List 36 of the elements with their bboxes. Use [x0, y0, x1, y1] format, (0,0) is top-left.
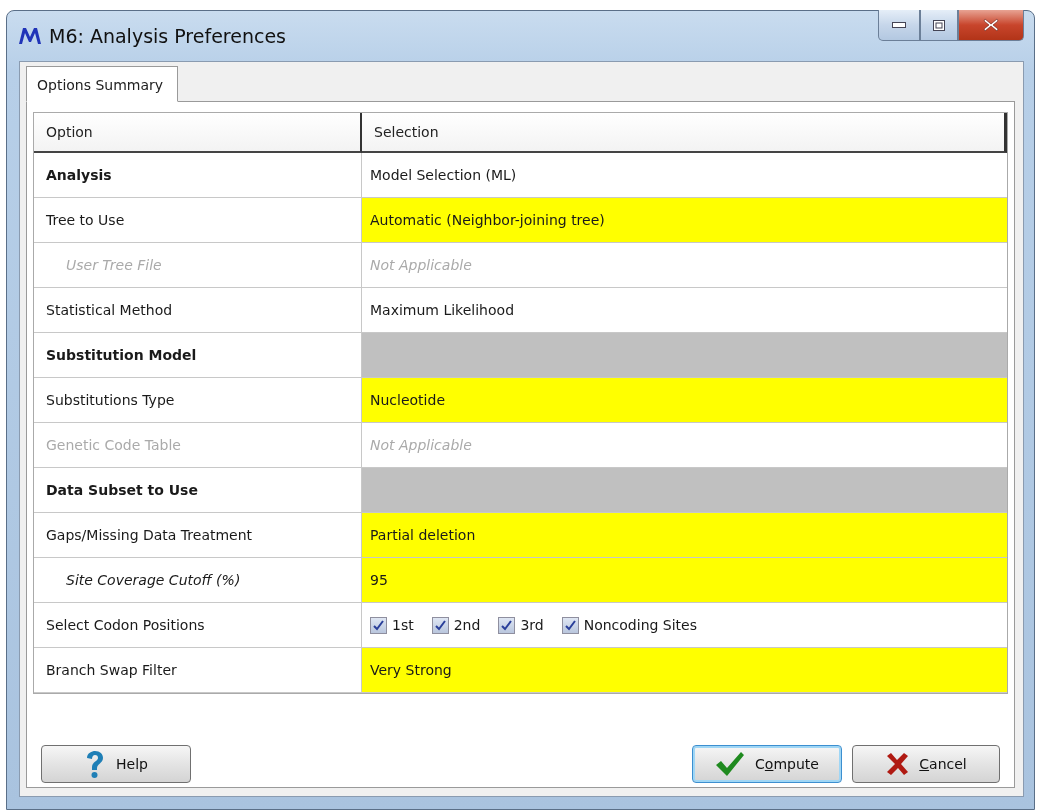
selection-cell[interactable]: Automatic (Neighbor-joining tree): [362, 198, 1007, 243]
selection-cell[interactable]: Partial deletion: [362, 513, 1007, 558]
close-icon: [983, 18, 999, 32]
minimize-button[interactable]: [878, 10, 920, 41]
checkbox-label: 3rd: [520, 617, 544, 633]
window-title: M6: Analysis Preferences: [49, 25, 286, 47]
column-header[interactable]: Option: [34, 113, 362, 153]
checkbox-label: 2nd: [453, 617, 481, 633]
check-icon: [564, 619, 576, 631]
app-logo-icon: [19, 28, 41, 44]
maximize-icon: [933, 19, 945, 31]
checkbox[interactable]: [498, 616, 516, 634]
checkbox[interactable]: [431, 616, 449, 634]
maximize-button[interactable]: [920, 10, 958, 41]
compute-button[interactable]: Compute: [692, 745, 842, 783]
selection-cell[interactable]: Very Strong: [362, 648, 1007, 693]
checkbox-label: 1st: [392, 617, 414, 633]
x-mark-icon: [885, 752, 910, 776]
selection-cell[interactable]: 95: [362, 558, 1007, 603]
check-icon: [434, 619, 446, 631]
checkbox[interactable]: [561, 616, 579, 634]
help-button[interactable]: Help: [41, 745, 191, 783]
codon-checkbox[interactable]: 2nd: [431, 616, 481, 634]
check-icon: [501, 619, 513, 631]
tab[interactable]: Options Summary: [26, 66, 179, 102]
check-icon: [373, 619, 384, 631]
minimize-icon: [892, 22, 906, 28]
selection-cell[interactable]: Nucleotide: [362, 378, 1007, 423]
checkmark-icon: [715, 751, 746, 777]
cancel-button[interactable]: Cancel: [852, 745, 1000, 783]
checkbox[interactable]: [370, 616, 387, 634]
column-header[interactable]: Selection: [362, 113, 1007, 153]
checkbox-label: Noncoding Sites: [583, 617, 698, 633]
codon-checkbox[interactable]: 3rd: [498, 616, 544, 634]
codon-checkbox[interactable]: 1st: [370, 616, 414, 634]
codon-checkbox[interactable]: Noncoding Sites: [561, 616, 698, 634]
